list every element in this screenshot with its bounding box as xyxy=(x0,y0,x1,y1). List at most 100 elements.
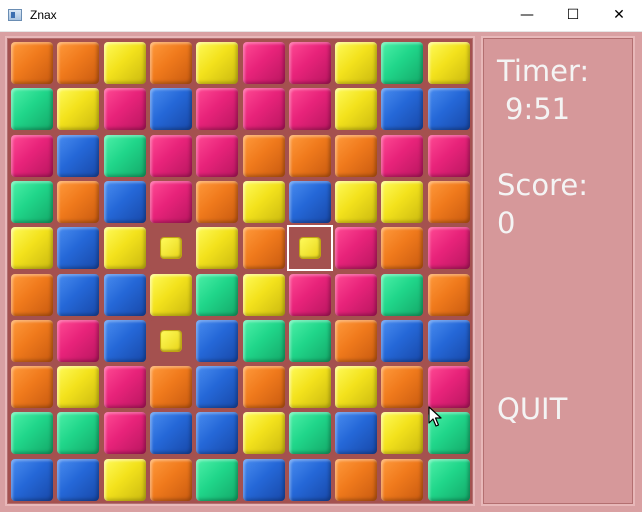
tile-orange[interactable] xyxy=(242,227,285,270)
tile-yellow[interactable] xyxy=(57,88,100,131)
tile-yellow[interactable] xyxy=(288,366,331,409)
tile-pink[interactable] xyxy=(103,412,146,455)
tile-yellow[interactable] xyxy=(149,273,192,316)
tile-yellow[interactable] xyxy=(335,180,378,223)
tile-orange[interactable] xyxy=(242,366,285,409)
tile-blue[interactable] xyxy=(149,88,192,131)
tile-blue[interactable] xyxy=(427,319,470,362)
tile-orange[interactable] xyxy=(11,366,53,409)
tile-blue[interactable] xyxy=(381,319,424,362)
tile-blue[interactable] xyxy=(196,412,239,455)
tile-pink[interactable] xyxy=(427,134,470,177)
tile-yellow[interactable] xyxy=(196,227,239,270)
tile-orange[interactable] xyxy=(149,366,192,409)
tile-orange[interactable] xyxy=(242,134,285,177)
tile-yellow[interactable] xyxy=(335,366,378,409)
minimize-button[interactable]: — xyxy=(504,0,550,31)
tile-blue[interactable] xyxy=(196,366,239,409)
tile-orange[interactable] xyxy=(57,42,100,84)
tile-yellow[interactable] xyxy=(57,366,100,409)
tile-green[interactable] xyxy=(11,88,53,131)
tile-blue[interactable] xyxy=(335,412,378,455)
tile-pink[interactable] xyxy=(196,88,239,131)
empty-cell[interactable] xyxy=(149,227,192,270)
tile-yellow[interactable] xyxy=(103,42,146,84)
tile-yellow[interactable] xyxy=(196,42,239,84)
tile-blue[interactable] xyxy=(196,319,239,362)
tile-orange[interactable] xyxy=(11,319,53,362)
tile-pink[interactable] xyxy=(288,273,331,316)
tile-green[interactable] xyxy=(11,412,53,455)
tile-orange[interactable] xyxy=(381,227,424,270)
tile-orange[interactable] xyxy=(335,458,378,501)
tile-pink[interactable] xyxy=(381,134,424,177)
tile-yellow[interactable] xyxy=(242,412,285,455)
tile-green[interactable] xyxy=(427,458,470,501)
tile-green[interactable] xyxy=(57,412,100,455)
tile-green[interactable] xyxy=(288,412,331,455)
tile-pink[interactable] xyxy=(288,42,331,84)
tile-orange[interactable] xyxy=(57,180,100,223)
empty-cell[interactable] xyxy=(149,319,192,362)
tile-green[interactable] xyxy=(11,180,53,223)
tile-blue[interactable] xyxy=(242,458,285,501)
tile-pink[interactable] xyxy=(149,134,192,177)
tile-blue[interactable] xyxy=(103,319,146,362)
tile-orange[interactable] xyxy=(335,134,378,177)
tile-pink[interactable] xyxy=(103,366,146,409)
tile-blue[interactable] xyxy=(57,458,100,501)
tile-green[interactable] xyxy=(288,319,331,362)
tile-pink[interactable] xyxy=(335,227,378,270)
tile-green[interactable] xyxy=(381,273,424,316)
tile-blue[interactable] xyxy=(427,88,470,131)
tile-orange[interactable] xyxy=(288,134,331,177)
tile-pink[interactable] xyxy=(288,88,331,131)
tile-pink[interactable] xyxy=(242,88,285,131)
tile-yellow[interactable] xyxy=(335,88,378,131)
tile-blue[interactable] xyxy=(57,273,100,316)
tile-pink[interactable] xyxy=(335,273,378,316)
tile-yellow[interactable] xyxy=(11,227,53,270)
tile-yellow[interactable] xyxy=(427,42,470,84)
tile-pink[interactable] xyxy=(149,180,192,223)
tile-green[interactable] xyxy=(103,134,146,177)
tile-pink[interactable] xyxy=(11,134,53,177)
tile-blue[interactable] xyxy=(103,273,146,316)
tile-green[interactable] xyxy=(381,42,424,84)
tile-blue[interactable] xyxy=(288,458,331,501)
tile-pink[interactable] xyxy=(57,319,100,362)
tile-blue[interactable] xyxy=(57,227,100,270)
tile-blue[interactable] xyxy=(57,134,100,177)
tile-green[interactable] xyxy=(242,319,285,362)
tile-yellow[interactable] xyxy=(242,273,285,316)
tile-orange[interactable] xyxy=(335,319,378,362)
tile-orange[interactable] xyxy=(149,458,192,501)
tile-yellow[interactable] xyxy=(381,180,424,223)
tile-blue[interactable] xyxy=(103,180,146,223)
tile-blue[interactable] xyxy=(381,88,424,131)
tile-yellow[interactable] xyxy=(381,412,424,455)
maximize-button[interactable]: ☐ xyxy=(550,0,596,31)
empty-cell[interactable] xyxy=(286,225,333,272)
tile-orange[interactable] xyxy=(196,180,239,223)
quit-button[interactable]: QUIT xyxy=(497,392,567,426)
tile-pink[interactable] xyxy=(103,88,146,131)
tile-orange[interactable] xyxy=(381,366,424,409)
tile-yellow[interactable] xyxy=(242,180,285,223)
tile-pink[interactable] xyxy=(427,227,470,270)
tile-orange[interactable] xyxy=(427,180,470,223)
tile-blue[interactable] xyxy=(149,412,192,455)
tile-orange[interactable] xyxy=(149,42,192,84)
tile-orange[interactable] xyxy=(381,458,424,501)
close-button[interactable]: ✕ xyxy=(596,0,642,31)
tile-pink[interactable] xyxy=(242,42,285,84)
tile-green[interactable] xyxy=(196,458,239,501)
tile-blue[interactable] xyxy=(288,180,331,223)
tile-orange[interactable] xyxy=(427,273,470,316)
tile-pink[interactable] xyxy=(196,134,239,177)
tile-orange[interactable] xyxy=(11,273,53,316)
tile-blue[interactable] xyxy=(11,458,53,501)
tile-orange[interactable] xyxy=(11,42,53,84)
tile-yellow[interactable] xyxy=(335,42,378,84)
tile-yellow[interactable] xyxy=(103,227,146,270)
